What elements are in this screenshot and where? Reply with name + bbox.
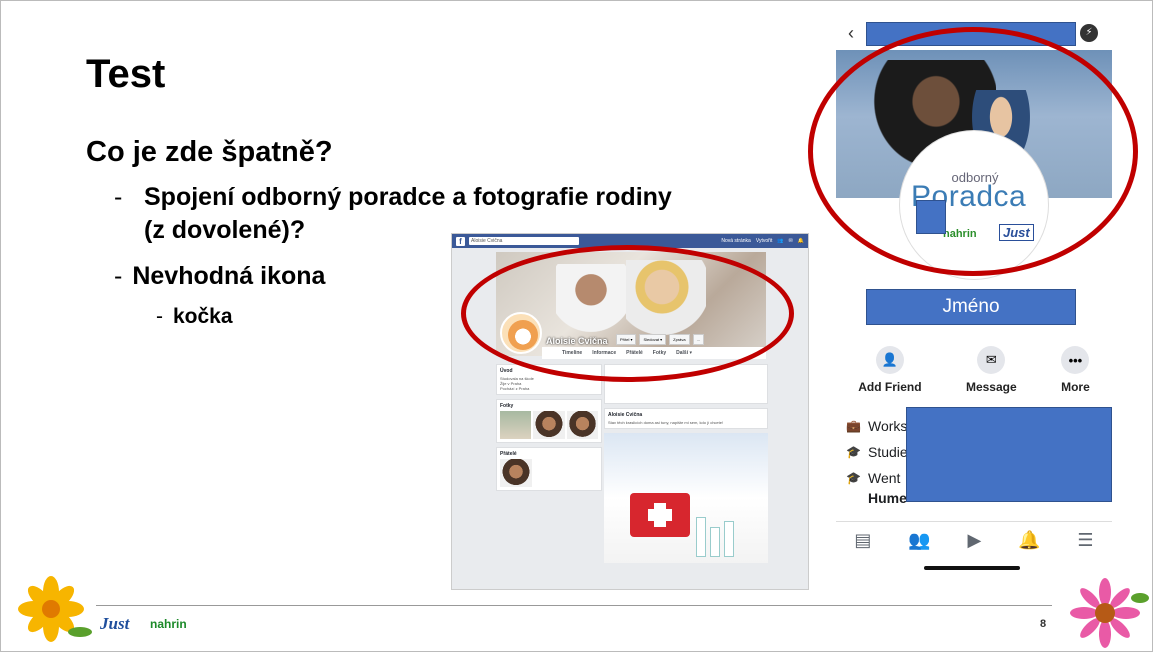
fb-post-image-first-aid-kit	[604, 433, 768, 563]
info-row-went: 🎓 Went	[846, 465, 908, 491]
friends-icon[interactable]: 👥	[908, 530, 930, 551]
footer-just-logo: Just	[100, 614, 130, 633]
fb-friends-box: Přátelé	[496, 447, 602, 491]
fb-left-column: Úvod Studovala na škole Žije v Praha Poc…	[496, 364, 602, 495]
photo-thumb[interactable]	[500, 411, 532, 439]
bullet-dash: -	[156, 305, 163, 328]
notifications-icon[interactable]: 🔔	[1018, 530, 1040, 551]
sunflower-icon	[18, 576, 92, 642]
friend-thumb[interactable]	[500, 459, 532, 487]
footer-divider	[96, 605, 1052, 606]
bullet-dash: -	[114, 262, 123, 290]
menu-icon[interactable]: ☰	[1077, 530, 1093, 551]
fb-photos-title: Fotky	[500, 403, 514, 409]
graduation-cap-icon: 🎓	[846, 445, 861, 459]
graduation-cap-icon: 🎓	[846, 471, 861, 485]
info-row-studied: 🎓 Studie	[846, 439, 908, 465]
fb-topbar-nav: Nová stránka Vytvořit 👥 ✉ 🔔	[721, 238, 804, 244]
facebook-logo-icon: f	[456, 236, 465, 246]
fb-photos-box: Fotky	[496, 399, 602, 443]
home-indicator	[924, 566, 1020, 570]
redaction-box-info	[906, 407, 1112, 502]
messenger-icon[interactable]: ✉	[789, 238, 793, 244]
message-button[interactable]: ✉ Message	[966, 346, 1017, 394]
briefcase-icon: 💼	[846, 419, 861, 433]
chevron-left-icon[interactable]: ‹	[848, 23, 854, 44]
mobile-info-list: 💼 Works 🎓 Studie 🎓 Went Hume	[846, 413, 908, 505]
more-icon: •••	[1061, 346, 1090, 374]
slide-title: Test	[86, 52, 166, 96]
messenger-icon[interactable]: ⚡	[1080, 24, 1098, 42]
fb-post-text: Stav těch kraslicích doma asi tuny, napi…	[608, 420, 724, 425]
slide-question: Co je zde špatně?	[86, 136, 333, 168]
product-bottle	[696, 517, 706, 557]
more-button[interactable]: ••• More	[1061, 346, 1090, 394]
highlight-ellipse-mobile	[808, 27, 1138, 276]
fb-post-author[interactable]: Aloisie Cvična	[608, 412, 764, 418]
bullet-3: - kočka	[156, 305, 233, 329]
fb-friends-grid	[500, 459, 598, 487]
fb-photos-grid	[500, 411, 598, 439]
redaction-box-name: Jméno	[866, 289, 1076, 325]
fb-right-column: Aloisie Cvična Stav těch kraslicích doma…	[604, 364, 768, 563]
fb-post: Aloisie Cvična Stav těch kraslicích doma…	[604, 408, 768, 429]
add-friend-label: Add Friend	[858, 380, 922, 394]
fb-intro-line: Pochází z Praha	[500, 386, 530, 391]
highlight-ellipse-desktop	[461, 245, 794, 382]
fb-nav-create[interactable]: Vytvořit	[756, 238, 772, 244]
footer-nahrin-logo: nahrin	[150, 617, 187, 631]
message-label: Message	[965, 380, 1017, 394]
bullet-2-text: Nevhodná ikona	[132, 262, 326, 290]
notifications-icon[interactable]: 🔔	[798, 238, 804, 244]
info-row-works: 💼 Works	[846, 413, 908, 439]
news-feed-icon[interactable]: ▤	[854, 530, 871, 551]
fb-nav-new-page[interactable]: Nová stránka	[721, 238, 750, 244]
more-label: More	[1061, 380, 1090, 394]
add-friend-button[interactable]: 👤 Add Friend	[858, 346, 922, 394]
fb-friends-title: Přátelé	[500, 451, 517, 457]
friends-icon[interactable]: 👥	[777, 238, 783, 244]
mobile-bottom-nav: ▤ 👥 ▶ 🔔 ☰	[836, 521, 1112, 551]
product-bottle	[710, 527, 720, 557]
info-went-text: Went	[868, 470, 901, 486]
photo-thumb[interactable]	[566, 411, 598, 439]
echinacea-flower-icon	[1070, 578, 1149, 648]
bullet-2: - Nevhodná ikona	[114, 262, 325, 291]
info-works-text: Works	[868, 418, 908, 434]
photo-thumb[interactable]	[533, 411, 565, 439]
page-number: 8	[1040, 618, 1047, 630]
mobile-actions: 👤 Add Friend ✉ Message ••• More	[836, 346, 1112, 394]
fb-search-input[interactable]: Aloisie Cvična	[469, 237, 579, 245]
first-aid-kit-icon	[630, 493, 690, 537]
watch-icon[interactable]: ▶	[968, 530, 982, 551]
info-row-hume: Hume	[846, 491, 908, 505]
add-friend-icon: 👤	[875, 346, 904, 374]
messenger-icon: ✉	[977, 346, 1006, 374]
product-bottle	[724, 521, 734, 557]
info-studied-text: Studie	[868, 444, 908, 460]
info-hume-text: Hume	[868, 490, 907, 506]
bullet-dash: -	[114, 183, 123, 211]
bullet-3-text: kočka	[173, 305, 233, 328]
